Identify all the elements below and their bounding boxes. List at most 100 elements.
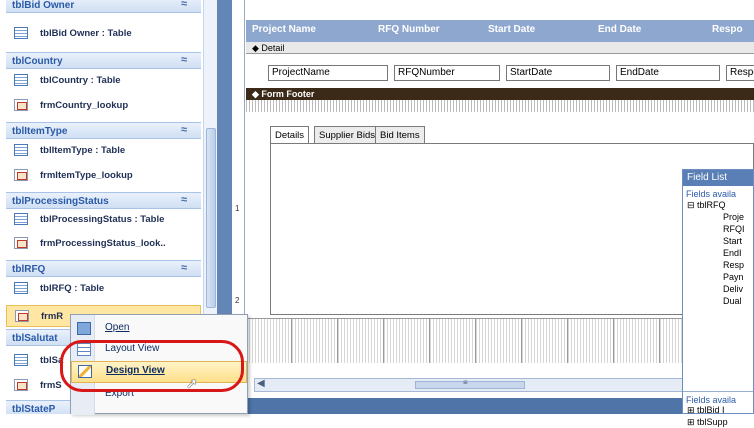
form-icon	[14, 99, 28, 111]
nav-item-label: frmR	[41, 311, 64, 322]
field-item[interactable]: Payn	[683, 271, 753, 283]
nav-item-label: tblProcessingStatus : Table	[40, 214, 165, 225]
collapse-chevron-icon[interactable]: ≈	[181, 0, 187, 10]
grid-cell	[338, 319, 384, 363]
nav-group-label: tblCountry	[12, 56, 63, 67]
tree-table-tblrfq[interactable]: ⊟ tblRFQ	[683, 199, 753, 211]
nav-group-label: tblSalutat	[12, 333, 58, 344]
nav-group-label: tblItemType	[12, 126, 68, 137]
nav-group-label: tblProcessingStatus	[12, 196, 109, 207]
field-item[interactable]: EndI	[683, 247, 753, 259]
menu-item-label: Open	[105, 322, 130, 333]
form-icon	[15, 310, 29, 322]
nav-item-tblitemtype-table[interactable]: tblItemType : Table	[6, 140, 201, 162]
table-icon	[14, 354, 28, 366]
nav-item-label: frmCountry_lookup	[40, 100, 129, 111]
grid-cell	[384, 319, 430, 363]
nav-item-label: frmProcessingStatus_look..	[40, 238, 166, 249]
header-label-rfq-number[interactable]: RFQ Number	[378, 24, 440, 35]
nav-item-label: frmItemType_lookup	[40, 170, 133, 181]
form-icon	[14, 169, 28, 181]
grid-cell	[614, 319, 660, 363]
header-label-start-date[interactable]: Start Date	[488, 24, 535, 35]
horizontal-scrollbar[interactable]: ◀ ≡	[254, 378, 684, 392]
nav-item-frmitemtype-lookup[interactable]: frmItemType_lookup	[6, 165, 201, 187]
field-respor[interactable]: Respor	[726, 65, 754, 81]
table-icon	[14, 27, 28, 39]
nav-item-label: tblBid Owner : Table	[40, 28, 132, 39]
header-label-end-date[interactable]: End Date	[598, 24, 641, 35]
form-footer-label: Form Footer	[261, 89, 315, 99]
collapse-chevron-icon[interactable]: ≈	[181, 124, 187, 136]
field-rfqnumber[interactable]: RFQNumber	[394, 65, 500, 81]
field-startdate[interactable]: StartDate	[506, 65, 610, 81]
nav-group-tblbid-owner[interactable]: tblBid Owner ≈	[6, 0, 201, 13]
menu-item-open[interactable]: Open	[71, 319, 247, 339]
collapse-chevron-icon[interactable]: ≈	[181, 194, 187, 206]
nav-item-label: tblRFQ : Table	[40, 283, 105, 294]
form-icon	[14, 379, 28, 391]
hscroll-thumb[interactable]	[415, 381, 525, 389]
scroll-grip-icon: ≡	[463, 378, 468, 387]
form-header-row: Project Name RFQ Number Start Date End D…	[246, 20, 754, 42]
nav-item-label: tblItemType : Table	[40, 145, 126, 156]
mouse-cursor-icon: ➚	[186, 375, 198, 391]
menu-item-export[interactable]: Export	[71, 385, 247, 405]
field-item[interactable]: Proje	[683, 211, 753, 223]
field-list-pane: Field List Fields availa ⊟ tblRFQ Proje …	[682, 169, 754, 427]
nav-group-tblrfq[interactable]: tblRFQ ≈	[6, 260, 201, 277]
nav-scroll-thumb[interactable]	[206, 128, 216, 308]
grid-cell	[430, 319, 476, 363]
nav-item-label: frmS	[40, 380, 62, 391]
tab-details[interactable]: Details	[270, 126, 310, 144]
design-view-icon	[78, 365, 92, 378]
collapse-chevron-icon[interactable]: ≈	[181, 262, 187, 274]
nav-item-frmcountry-lookup[interactable]: frmCountry_lookup	[6, 95, 201, 117]
tree-table-label: tblSupp	[697, 417, 728, 427]
nav-group-tblcountry[interactable]: tblCountry ≈	[6, 52, 201, 69]
nav-item-tblbid-owner-table[interactable]: tblBid Owner : Table	[6, 23, 201, 45]
menu-item-design-view[interactable]: Design View	[71, 361, 247, 383]
menu-item-layout-view[interactable]: Layout View	[71, 340, 247, 360]
nav-group-tblprocessingstatus[interactable]: tblProcessingStatus ≈	[6, 192, 201, 209]
field-item[interactable]: Dual	[683, 295, 753, 307]
table-icon	[14, 144, 28, 156]
field-item[interactable]: Resp	[683, 259, 753, 271]
tree-table-tblbid[interactable]: ⊞ tblBid I	[683, 404, 725, 416]
nav-item-label: tblSa	[40, 355, 64, 366]
grid-cell	[568, 319, 614, 363]
nav-item-tblcountry-table[interactable]: tblCountry : Table	[6, 70, 201, 92]
open-form-icon	[77, 322, 91, 335]
nav-item-tblprocessingstatus-table[interactable]: tblProcessingStatus : Table	[6, 209, 201, 231]
field-item[interactable]: RFQI	[683, 223, 753, 235]
field-enddate[interactable]: EndDate	[616, 65, 720, 81]
field-item[interactable]: Start	[683, 235, 753, 247]
nav-item-label: tblCountry : Table	[40, 75, 121, 86]
field-item[interactable]: Deliv	[683, 283, 753, 295]
header-label-project-name[interactable]: Project Name	[252, 24, 316, 35]
tree-table-tblsupp[interactable]: ⊞ tblSupp	[683, 416, 728, 428]
nav-group-label: tblBid Owner	[12, 0, 75, 11]
scroll-left-arrow-icon[interactable]: ◀	[257, 378, 265, 389]
grid-cell	[476, 319, 522, 363]
tab-supplier-bids[interactable]: Supplier Bids	[314, 126, 380, 144]
table-icon	[14, 213, 28, 225]
grid-cell	[292, 319, 338, 363]
nav-item-frmprocessingstatus-lookup[interactable]: frmProcessingStatus_look..	[6, 233, 201, 255]
header-label-respo[interactable]: Respo	[712, 24, 743, 35]
nav-item-tblrfq-table[interactable]: tblRFQ : Table	[6, 278, 201, 300]
detail-label: Detail	[261, 43, 285, 53]
menu-item-label: Export	[105, 388, 134, 399]
detail-section-bar[interactable]: ◆ Detail	[246, 42, 754, 54]
nav-group-label: tblRFQ	[12, 264, 46, 275]
collapse-chevron-icon[interactable]: ≈	[181, 54, 187, 66]
design-grid-strip	[246, 318, 754, 363]
grid-cell	[522, 319, 568, 363]
nav-group-tblitemtype[interactable]: tblItemType ≈	[6, 122, 201, 139]
form-icon	[14, 237, 28, 249]
nav-group-label: tblStateP	[12, 404, 56, 414]
tab-bid-items[interactable]: Bid Items	[375, 126, 425, 144]
tree-table-label: tblRFQ	[697, 200, 726, 210]
form-footer-bar[interactable]: ◆ Form Footer	[246, 88, 754, 100]
field-projectname[interactable]: ProjectName	[268, 65, 388, 81]
